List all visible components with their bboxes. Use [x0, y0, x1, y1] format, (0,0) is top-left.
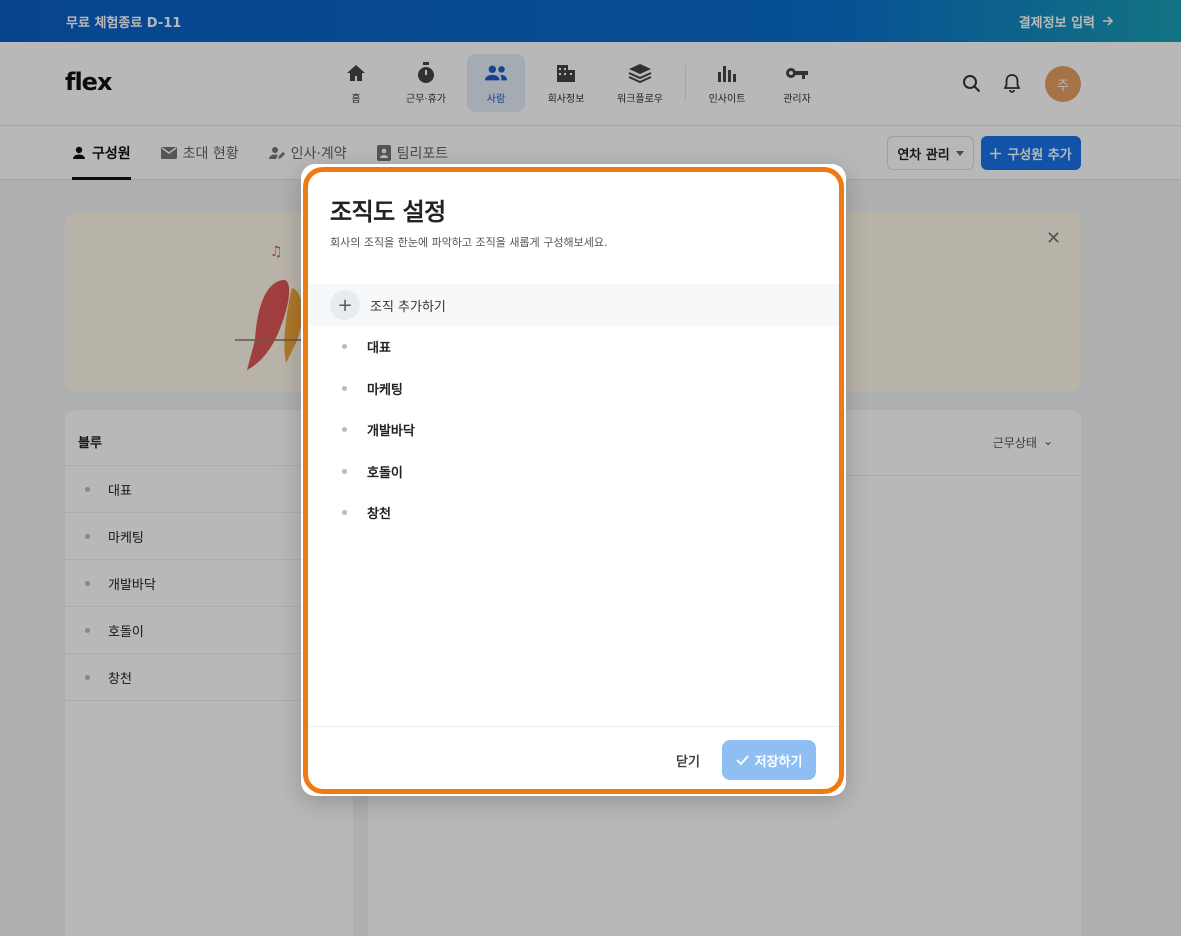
modal-footer: 닫기 저장하기: [301, 726, 846, 796]
org-name: 마케팅: [367, 382, 403, 398]
plus-icon: +: [330, 290, 360, 320]
bullet-dot: [342, 427, 347, 433]
org-chart-settings-modal: 조직도 설정 회사의 조직을 한눈에 파악하고 조직을 새롭게 구성해보세요. …: [301, 164, 846, 796]
add-org-button[interactable]: + 조직 추가하기: [309, 284, 841, 326]
close-button[interactable]: 닫기: [676, 751, 700, 770]
list-item[interactable]: 호돌이: [309, 451, 841, 493]
org-name: 대표: [367, 341, 391, 357]
list-item[interactable]: 창천: [309, 492, 841, 534]
save-button[interactable]: 저장하기: [722, 740, 816, 780]
list-item[interactable]: 개발바닥: [309, 409, 841, 451]
bullet-dot: [342, 510, 347, 516]
bullet-dot: [342, 468, 347, 474]
list-item[interactable]: 대표: [309, 326, 841, 368]
modal-subtitle: 회사의 조직을 한눈에 파악하고 조직을 새롭게 구성해보세요.: [330, 236, 608, 249]
org-name: 개발바닥: [367, 424, 415, 440]
add-org-label: 조직 추가하기: [370, 299, 446, 315]
org-name: 창천: [367, 507, 391, 523]
modal-title: 조직도 설정: [330, 198, 446, 226]
org-name: 호돌이: [367, 465, 403, 481]
check-icon: [735, 755, 749, 765]
org-list: + 조직 추가하기 대표 마케팅 개발바닥 호돌이 창천: [309, 284, 841, 534]
bullet-dot: [342, 385, 347, 391]
save-label: 저장하기: [754, 754, 803, 770]
bullet-dot: [342, 344, 347, 350]
list-item[interactable]: 마케팅: [309, 368, 841, 410]
